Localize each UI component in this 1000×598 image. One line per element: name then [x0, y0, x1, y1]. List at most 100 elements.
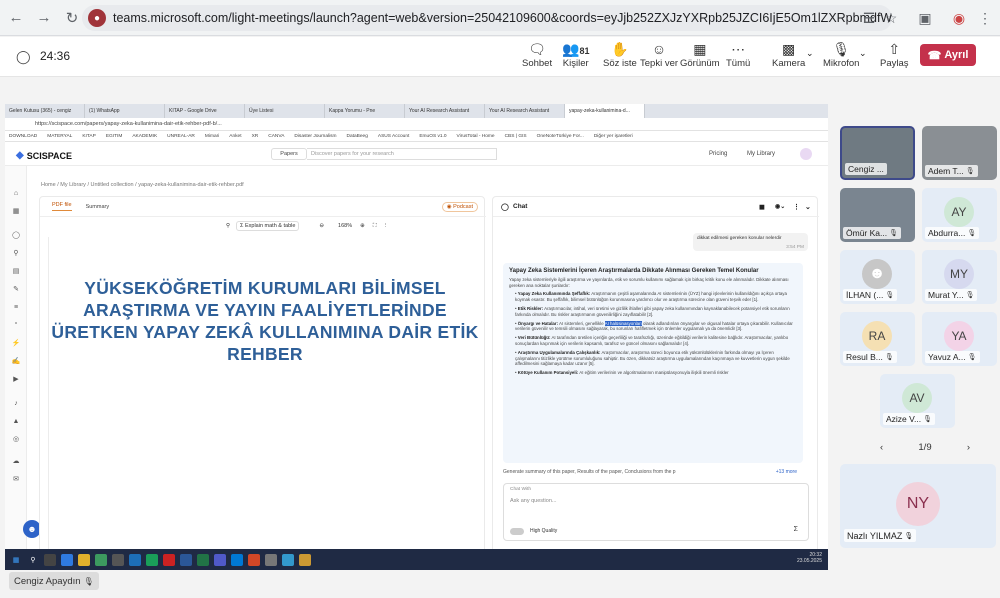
raise-hand-button[interactable]: ✋ Söz iste [603, 40, 637, 74]
view-button[interactable]: ▦ Görünüm [680, 40, 720, 74]
bookmark: DOWNLOAD [9, 133, 38, 139]
site-info-icon[interactable]: ● [88, 9, 106, 27]
back-icon[interactable]: ← [4, 6, 28, 30]
mic-off-icon: 🎙 [904, 532, 914, 540]
windows-taskbar: ▦ ⚲ 20:32 23.05.2025 [5, 549, 828, 570]
zoom-level: 168% [338, 223, 353, 229]
shield-icon: ◯ [16, 49, 31, 64]
pdf-app-icon [163, 553, 175, 566]
document-icon: ▤ [12, 268, 20, 275]
user-avatar [800, 148, 812, 160]
bookmark: Disaster Journalism [294, 133, 337, 139]
browser-tab: Kappa Yorumu - Pne [325, 104, 405, 118]
browser-tab-active: yapay-zeka-kullanimina-d... [565, 104, 645, 118]
breadcrumb: Home / My Library / Untitled collection … [41, 182, 244, 188]
mic-off-icon: 🎙 [889, 230, 898, 237]
bookmark: Mimari [204, 133, 220, 139]
mic-icon: 🎙 [83, 576, 94, 586]
react-button[interactable]: ☺ Tepki ver [640, 40, 678, 74]
browser-menu-icon[interactable]: ⋮ [976, 9, 994, 27]
camera-button[interactable]: ▩ Kamera [772, 40, 805, 74]
sigma-icon: Σ [793, 526, 798, 533]
pdf-title: YÜKSEKÖĞRETİM KURUMLARI BİLİMSEL ARAŞTIR… [51, 278, 479, 364]
profile-icon[interactable]: ◉ [950, 9, 968, 27]
bookmark: KITAP [82, 133, 96, 139]
participant-tile[interactable]: RA Resul B... 🎙 [840, 312, 915, 366]
scispace-logo: ◆ SCISPACE [16, 150, 73, 161]
answer-item: • Yapay Zeka Kullanımında Şeffaflık: Ara… [515, 291, 787, 303]
chat-with-label: Chat With [510, 487, 532, 492]
phone-hangup-icon: ☎ [927, 49, 942, 62]
answer-item: • Araştırma Uygulamalarında Çalışkanlık:… [515, 349, 790, 367]
bolt-icon: ⚡ [11, 340, 21, 347]
avatar: RA [862, 321, 892, 351]
highlighted-term: AI halüsinasyonları [604, 320, 642, 326]
app-icon [282, 553, 294, 566]
meeting-toolbar: ◯ 24:36 🗨 Sohbet 👥81 Kişiler ✋ Söz iste … [0, 37, 1000, 77]
leave-button[interactable]: ☎ Ayrıl [920, 44, 976, 66]
share-button[interactable]: ⇧ Paylaş [880, 40, 909, 74]
participant-tile[interactable]: YA Yavuz A... 🎙 [922, 312, 997, 366]
message-time: 3:54 PM [786, 245, 804, 250]
edit-icon: ✍ [11, 358, 21, 365]
collapse-chevron-icon: ⌄ [805, 203, 811, 211]
extensions-icon[interactable]: ▣ [916, 9, 934, 27]
participant-tile[interactable]: Ömür Ka... 🎙 [840, 188, 915, 242]
app-icon [265, 553, 277, 566]
translate-icon[interactable]: ☰ [860, 9, 878, 27]
scispace-header: ◆ SCISPACE Papers Discover papers for yo… [5, 142, 828, 166]
write-icon: ✎ [13, 286, 19, 293]
reload-icon[interactable]: ↻ [60, 6, 84, 30]
bookmark: CBS | GIS [504, 133, 527, 139]
paper-search-input: Discover papers for your research [307, 148, 497, 160]
mic-options-chevron-icon[interactable]: ⌄ [859, 48, 867, 59]
chat-input-box: Chat With Ask any question... High Quali… [503, 483, 809, 541]
avatar: MY [944, 259, 974, 289]
more-suggestions: +13 more [775, 469, 797, 475]
search-icon: ⚲ [30, 556, 36, 564]
zoom-in-icon: ⊕ [360, 223, 365, 229]
participant-tile[interactable]: AY Abdurra... 🎙 [922, 188, 997, 242]
pdf-pane: PDF file Summary ◉ Podcast ⚲ Σ Explain m… [39, 196, 486, 570]
people-icon: 👥81 [562, 41, 590, 57]
podcast-icon: ◉ [446, 204, 452, 210]
tab-pdf-file: PDF file [52, 202, 72, 211]
participant-tile[interactable]: Cengiz ... [840, 126, 915, 180]
forward-icon[interactable]: → [32, 6, 56, 30]
mic-button[interactable]: 🎙 Mikrofon [823, 40, 859, 74]
participant-tile[interactable]: Adem T... 🎙 [922, 126, 997, 180]
bookmark-star-icon[interactable]: ☆ [882, 9, 900, 27]
participant-tile[interactable]: MY Murat Y... 🎙 [922, 250, 997, 304]
participant-tile[interactable]: NY Nazlı YILMAZ 🎙 [840, 464, 996, 548]
folder-icon [78, 553, 90, 566]
bookmark: UNREAL-AR [167, 133, 195, 139]
answer-item: • Etik Riskler: Araştırmacılar, intihal,… [515, 305, 790, 317]
app-icon [61, 553, 73, 566]
address-bar[interactable]: ● teams.microsoft.com/light-meetings/lau… [82, 5, 892, 31]
excel-icon [197, 553, 209, 566]
user-message: dikkat edilmesi gereken konular nelerdir… [693, 233, 808, 251]
fullscreen-icon: ⛶ [372, 222, 377, 229]
search-icon: ⚲ [226, 223, 231, 229]
next-page-icon[interactable]: › [967, 442, 970, 453]
tab-summary: Summary [85, 203, 110, 210]
bookmark: Diğer yer işaretleri [593, 133, 633, 139]
bookmark: ASUS Account [377, 133, 410, 139]
chat-button[interactable]: 🗨 Sohbet [522, 40, 552, 74]
prev-page-icon[interactable]: ‹ [880, 442, 883, 453]
more-button[interactable]: ⋯ Tümü [726, 40, 750, 74]
url-text: teams.microsoft.com/light-meetings/launc… [113, 11, 892, 25]
people-button[interactable]: 👥81 Kişiler [562, 40, 589, 74]
mic-off-icon: 🎙 [832, 41, 851, 57]
participant-tile[interactable]: AV Azize V... 🎙 [880, 374, 955, 428]
answer-item: • Kötüye Kullanım Potansiyeli: AI eğitim… [515, 370, 729, 376]
windows-start-icon: ▦ [12, 556, 20, 564]
chat-icon: ◯ [12, 232, 20, 239]
browser-tab: (1) WhatsApp [85, 104, 165, 118]
bookmark: VirusTotal - Home [456, 133, 495, 139]
app-icon [112, 553, 124, 566]
app-icon [129, 553, 141, 566]
participant-tile[interactable]: ☻ İLHAN (... 🎙 [840, 250, 915, 304]
list-icon: ≡ [13, 303, 19, 311]
camera-options-chevron-icon[interactable]: ⌄ [806, 48, 814, 59]
